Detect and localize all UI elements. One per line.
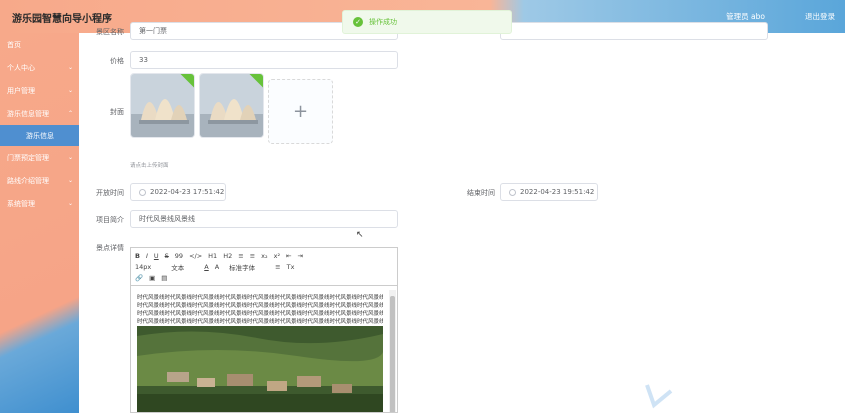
chevron-down-icon: ⌄ bbox=[67, 200, 73, 207]
code-button[interactable]: </> bbox=[189, 252, 202, 260]
extra-input[interactable] bbox=[500, 22, 768, 40]
sidebar-item-label: 游乐信息管理 bbox=[7, 109, 49, 118]
sidebar-item-attractions-mgmt[interactable]: 游乐信息管理 ⌃ bbox=[0, 102, 79, 125]
opera-house-image bbox=[131, 74, 194, 137]
editor-text-line: 时代风景线时代风景线时代风景线时代风景线时代风景线时代风景线时代风景线时代风景线… bbox=[137, 319, 383, 325]
sidebar-item-label: 门票预定管理 bbox=[7, 153, 49, 162]
sidebar-item-users[interactable]: 用户管理 ⌄ bbox=[0, 79, 79, 102]
check-icon: ✓ bbox=[353, 17, 363, 27]
chevron-down-icon: ⌄ bbox=[67, 177, 73, 184]
image-icon[interactable]: ▣ bbox=[149, 274, 155, 282]
bullet-list-button[interactable]: ≡ bbox=[250, 252, 255, 260]
sidebar-item-label: 个人中心 bbox=[7, 63, 35, 72]
quote-button[interactable]: 99 bbox=[175, 252, 183, 260]
clock-icon bbox=[509, 188, 516, 196]
clear-format-button[interactable]: Tx bbox=[287, 263, 295, 271]
sidebar-item-label: 用户管理 bbox=[7, 86, 35, 95]
detail-label: 景点详情 bbox=[96, 244, 124, 252]
decorative-logo-icon bbox=[645, 384, 673, 409]
superscript-button[interactable]: x² bbox=[274, 252, 280, 260]
toolbar-row: 14px 文本 A A 标准字体 ≡ Tx bbox=[135, 261, 393, 272]
landscape-image bbox=[137, 326, 383, 412]
h1-button[interactable]: H1 bbox=[208, 252, 217, 260]
header-select[interactable]: 文本 bbox=[171, 262, 184, 272]
sidebar-item-system[interactable]: 系统管理 ⌄ bbox=[0, 192, 79, 215]
success-toast: ✓ 操作成功 bbox=[342, 10, 512, 34]
price-input[interactable]: 33 bbox=[130, 51, 398, 69]
close-time-input[interactable]: 2022-04-23 19:51:42 bbox=[500, 183, 598, 201]
sidebar-item-label: 首页 bbox=[7, 40, 21, 49]
clock-icon bbox=[139, 188, 146, 196]
sidebar-item-label: 游乐信息 bbox=[26, 131, 54, 140]
editor-content[interactable]: 时代风景线时代风景线时代风景线时代风景线时代风景线时代风景线时代风景线时代风景线… bbox=[137, 294, 383, 326]
rich-text-editor[interactable]: B I U S 99 </> H1 H2 ≡ ≡ x₂ x² ⇤ ⇥ 14px … bbox=[130, 247, 398, 413]
user-label: 管理员 abo bbox=[726, 12, 765, 21]
editor-scrollbar[interactable] bbox=[389, 290, 396, 412]
editor-toolbar: B I U S 99 </> H1 H2 ≡ ≡ x₂ x² ⇤ ⇥ 14px … bbox=[131, 248, 397, 286]
outdent-button[interactable]: ⇤ bbox=[286, 252, 291, 260]
cover-thumbnail[interactable] bbox=[130, 73, 195, 138]
close-time-value: 2022-04-23 19:51:42 bbox=[520, 188, 595, 196]
opera-house-image bbox=[200, 74, 263, 137]
font-color-button[interactable]: A bbox=[204, 263, 208, 271]
h2-button[interactable]: H2 bbox=[223, 252, 232, 260]
price-label: 价格 bbox=[110, 57, 124, 65]
underline-button[interactable]: U bbox=[154, 252, 159, 260]
indent-button[interactable]: ⇥ bbox=[298, 252, 303, 260]
open-time-label: 开放时间 bbox=[96, 189, 124, 197]
link-icon[interactable]: 🔗 bbox=[135, 274, 143, 282]
italic-button[interactable]: I bbox=[146, 252, 148, 260]
editor-text-line: 时代风景线时代风景线时代风景线时代风景线时代风景线时代风景线时代风景线时代风景线… bbox=[137, 303, 383, 309]
chevron-down-icon: ⌄ bbox=[67, 87, 73, 94]
plus-icon: + bbox=[292, 101, 309, 122]
video-icon[interactable]: ▤ bbox=[161, 274, 167, 282]
summary-input[interactable]: 时代风景线风景线 bbox=[130, 210, 398, 228]
editor-text-line: 时代风景线时代风景线时代风景线时代风景线时代风景线时代风景线时代风景线时代风景线… bbox=[137, 295, 383, 301]
chevron-down-icon: ⌄ bbox=[67, 64, 73, 71]
bold-button[interactable]: B bbox=[135, 252, 140, 260]
subscript-button[interactable]: x₂ bbox=[261, 252, 267, 260]
sidebar-item-label: 路线介绍管理 bbox=[7, 176, 49, 185]
toast-message: 操作成功 bbox=[369, 18, 397, 26]
sidebar: 首页 个人中心 ⌄ 用户管理 ⌄ 游乐信息管理 ⌃ 游乐信息 门票预定管理 ⌄ 路线介绍… bbox=[0, 33, 79, 413]
sidebar-item-home[interactable]: 首页 bbox=[0, 33, 79, 56]
name-label: 景区名称 bbox=[96, 28, 124, 36]
logout-link[interactable]: 退出登录 bbox=[805, 11, 835, 22]
sidebar-item-profile[interactable]: 个人中心 ⌄ bbox=[0, 56, 79, 79]
sidebar-item-label: 系统管理 bbox=[7, 199, 35, 208]
chevron-down-icon: ⌄ bbox=[67, 154, 73, 161]
font-family-select[interactable]: 标准字体 bbox=[229, 262, 255, 272]
toolbar-row: 🔗 ▣ ▤ bbox=[135, 272, 393, 283]
sidebar-item-tickets[interactable]: 门票预定管理 ⌄ bbox=[0, 146, 79, 169]
background-color-button[interactable]: A bbox=[215, 263, 219, 271]
summary-label: 项目简介 bbox=[96, 216, 124, 224]
cover-label: 封面 bbox=[110, 108, 124, 116]
align-button[interactable]: ≡ bbox=[275, 263, 280, 271]
mouse-cursor: ↖ bbox=[356, 230, 364, 240]
chevron-up-icon: ⌃ bbox=[67, 110, 73, 117]
open-time-input[interactable]: 2022-04-23 17:51:42 bbox=[130, 183, 226, 201]
font-size-select[interactable]: 14px bbox=[135, 263, 151, 271]
app-title: 游乐园智慧向导小程序 bbox=[12, 14, 112, 25]
scrollbar-thumb[interactable] bbox=[390, 296, 395, 412]
ordered-list-button[interactable]: ≡ bbox=[238, 252, 243, 260]
close-time-label: 结束时间 bbox=[467, 189, 495, 197]
editor-text-line: 时代风景线时代风景线时代风景线时代风景线时代风景线时代风景线时代风景线时代风景线… bbox=[137, 311, 383, 317]
sidebar-item-attractions[interactable]: 游乐信息 bbox=[0, 125, 79, 146]
toolbar-row: B I U S 99 </> H1 H2 ≡ ≡ x₂ x² ⇤ ⇥ bbox=[135, 250, 393, 261]
cover-thumbnail[interactable] bbox=[199, 73, 264, 138]
sidebar-item-routes[interactable]: 路线介绍管理 ⌄ bbox=[0, 169, 79, 192]
strike-button[interactable]: S bbox=[165, 252, 169, 260]
upload-button[interactable]: + bbox=[268, 79, 333, 144]
upload-hint: 请点击上传封面 bbox=[130, 163, 169, 169]
open-time-value: 2022-04-23 17:51:42 bbox=[150, 188, 225, 196]
